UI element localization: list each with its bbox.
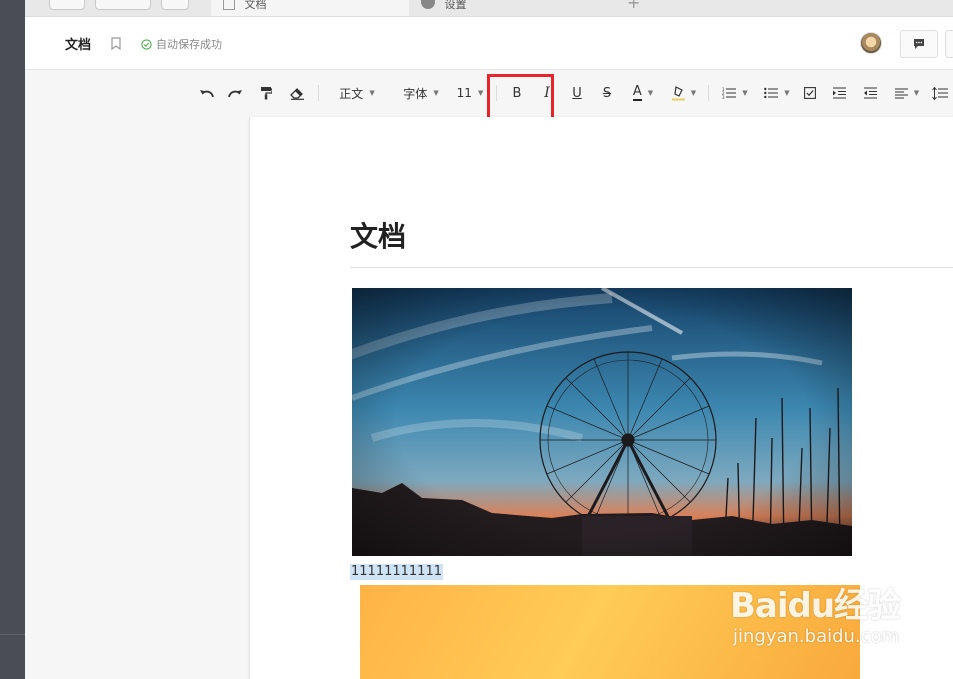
strikethrough-button[interactable]: S	[598, 84, 616, 102]
ferris-wheel-image[interactable]	[352, 288, 852, 556]
indent-increase-icon	[832, 87, 846, 99]
chevron-down-icon: ▼	[690, 89, 697, 97]
redo-icon	[228, 90, 242, 98]
font-size-value: 11	[456, 86, 472, 100]
toolbar-divider	[318, 85, 319, 101]
chevron-down-icon: ▼	[369, 89, 375, 97]
align-left-icon	[894, 88, 908, 98]
clear-format-button[interactable]	[288, 84, 306, 102]
save-status-text: 自动保存成功	[156, 38, 222, 51]
svg-text:3: 3	[722, 95, 725, 99]
undo-icon	[200, 90, 214, 98]
tab-label: 设置	[444, 0, 467, 11]
underline-label: U	[572, 85, 582, 101]
toolbar-divider	[708, 85, 709, 101]
comment-icon	[914, 39, 924, 49]
font-family-select[interactable]: 字体 ▼	[398, 84, 444, 102]
highlight-color-button[interactable]: ▼	[668, 84, 700, 102]
ordered-list-icon: 123	[722, 87, 737, 99]
sidebar-toggle-button[interactable]	[49, 0, 85, 10]
paragraph-style-select[interactable]: 正文 ▼	[332, 84, 382, 102]
strike-label: S	[602, 85, 612, 101]
doc-name: 文档	[65, 38, 92, 53]
chevron-down-icon: ▼	[433, 89, 439, 97]
font-color-button[interactable]: A ▼	[626, 84, 660, 102]
more-button[interactable]	[945, 30, 953, 58]
new-tab-button[interactable]: +	[627, 0, 640, 12]
ordered-list-button[interactable]: 1 2 3 ▼	[718, 84, 752, 102]
format-painter-icon	[261, 87, 272, 100]
baidu-jingyan-watermark: Baidu经验 jingyan.baidu.com	[730, 578, 930, 658]
paragraph-style-value: 正文	[339, 86, 364, 101]
bullet-list-button[interactable]: ▼	[760, 84, 794, 102]
chevron-down-icon: ▼	[477, 89, 484, 97]
save-status: 自动保存成功	[141, 36, 222, 52]
title-divider	[350, 267, 953, 268]
tab-settings[interactable]: 设置	[411, 0, 607, 16]
strip-divider	[0, 634, 25, 635]
tab-label: 文档	[244, 0, 267, 11]
checklist-button[interactable]	[802, 84, 818, 102]
reload-button[interactable]	[161, 0, 189, 10]
watermark-url: jingyan.baidu.com	[733, 626, 900, 647]
page-title[interactable]: 文档	[350, 215, 406, 255]
underline-button[interactable]: U	[568, 84, 586, 102]
bookmark-icon[interactable]	[111, 35, 121, 54]
chevron-down-icon: ▼	[647, 89, 654, 97]
chevron-down-icon: ▼	[784, 89, 790, 97]
highlighter-icon	[671, 85, 685, 100]
undo-button[interactable]	[198, 84, 216, 102]
font-color-label: A	[632, 84, 642, 101]
format-painter-button[interactable]	[258, 84, 274, 102]
chevron-down-icon: ▼	[913, 89, 920, 97]
comment-button[interactable]	[900, 30, 938, 58]
document-header: 文档 自动保存成功	[25, 17, 953, 70]
watermark-logo: Baidu经验	[730, 586, 901, 626]
indent-decrease-button[interactable]	[862, 84, 878, 102]
browser-tab-bar: 文档 设置 +	[25, 0, 953, 17]
checkbox-icon	[804, 87, 816, 99]
indent-increase-button[interactable]	[831, 84, 847, 102]
selected-text[interactable]: 11111111111	[350, 564, 443, 580]
chevron-down-icon: ▼	[742, 89, 748, 97]
redo-button[interactable]	[226, 84, 244, 102]
indent-decrease-icon	[863, 87, 877, 99]
format-toolbar: 正文 ▼ 字体 ▼ 11 ▼ B I U S A ▼ ▼ 1 2 3 ▼ ▼ ▼	[0, 70, 953, 116]
bullet-list-icon	[764, 87, 779, 99]
align-button[interactable]: ▼	[892, 84, 922, 102]
check-circle-icon	[141, 39, 152, 50]
nav-back-forward-button[interactable]	[95, 0, 151, 10]
eraser-icon	[289, 87, 304, 100]
avatar[interactable]	[860, 32, 882, 54]
font-size-select[interactable]: 11 ▼	[455, 84, 485, 102]
line-spacing-icon	[932, 86, 948, 100]
settings-icon	[421, 0, 435, 9]
tab-document[interactable]: 文档	[211, 0, 409, 16]
document-icon	[223, 0, 235, 10]
font-family-value: 字体	[403, 86, 428, 101]
line-spacing-button[interactable]	[931, 84, 949, 102]
